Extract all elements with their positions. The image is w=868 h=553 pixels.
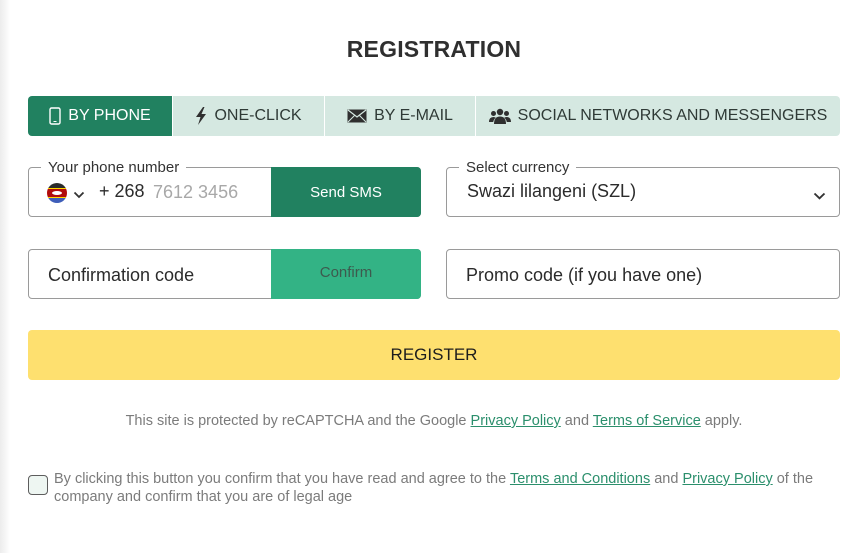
tab-one-click[interactable]: ONE-CLICK: [173, 96, 325, 136]
confirmation-code-input[interactable]: [48, 262, 268, 288]
agreement-text-part: and: [650, 471, 683, 487]
currency-label: Select currency: [459, 159, 577, 176]
send-sms-button[interactable]: Send SMS: [271, 167, 421, 217]
recaptcha-text: This site is protected by reCAPTCHA and …: [125, 413, 471, 429]
tab-label: SOCIAL NETWORKS AND MESSENGERS: [517, 107, 828, 124]
register-button[interactable]: REGISTER: [28, 330, 840, 380]
recaptcha-notice: This site is protected by reCAPTCHA and …: [0, 413, 868, 429]
confirm-button[interactable]: Confirm: [271, 249, 421, 299]
promo-code-field: [446, 249, 840, 299]
users-icon: [488, 108, 511, 124]
tab-label: BY PHONE: [68, 107, 151, 124]
tab-by-email[interactable]: BY E-MAIL: [325, 96, 476, 136]
tab-social-networks[interactable]: SOCIAL NETWORKS AND MESSENGERS: [476, 96, 840, 136]
agreement-text-part: By clicking this button you confirm that…: [54, 471, 510, 487]
page-title: REGISTRATION: [346, 36, 522, 62]
promo-code-input[interactable]: [466, 262, 816, 288]
eswatini-flag-icon[interactable]: [47, 183, 67, 203]
google-terms-of-service-link[interactable]: Terms of Service: [593, 413, 701, 429]
currency-selected-value: Swazi lilangeni (SZL): [467, 181, 637, 201]
lightning-icon: [195, 107, 207, 125]
registration-method-tabs: BY PHONE ONE-CLICK BY E-MAIL SOCIAL NETW…: [28, 96, 840, 136]
phone-number-label: Your phone number: [41, 159, 187, 176]
envelope-icon: [347, 109, 367, 123]
agreement-text: By clicking this button you confirm that…: [54, 470, 844, 506]
tab-label: ONE-CLICK: [214, 107, 302, 124]
phone-number-input[interactable]: [153, 180, 268, 204]
tab-label: BY E-MAIL: [374, 107, 453, 124]
agreement-checkbox[interactable]: [28, 475, 48, 495]
chevron-down-icon[interactable]: [73, 186, 85, 204]
phone-number-field: Your phone number + 268 Send SMS: [28, 159, 421, 217]
phone-icon: [49, 107, 61, 125]
recaptcha-text: and: [560, 413, 593, 429]
currency-select[interactable]: Select currency Swazi lilangeni (SZL): [446, 159, 840, 217]
terms-and-conditions-link[interactable]: Terms and Conditions: [510, 471, 650, 487]
google-privacy-policy-link[interactable]: Privacy Policy: [471, 413, 561, 429]
dial-code: + 268: [99, 181, 145, 201]
recaptcha-text: apply.: [700, 413, 743, 429]
confirmation-code-field: Confirm: [28, 249, 421, 299]
page-edge-shadow: [0, 0, 10, 553]
privacy-policy-link[interactable]: Privacy Policy: [682, 471, 772, 487]
tab-by-phone[interactable]: BY PHONE: [28, 96, 173, 136]
chevron-down-icon: [813, 187, 826, 205]
